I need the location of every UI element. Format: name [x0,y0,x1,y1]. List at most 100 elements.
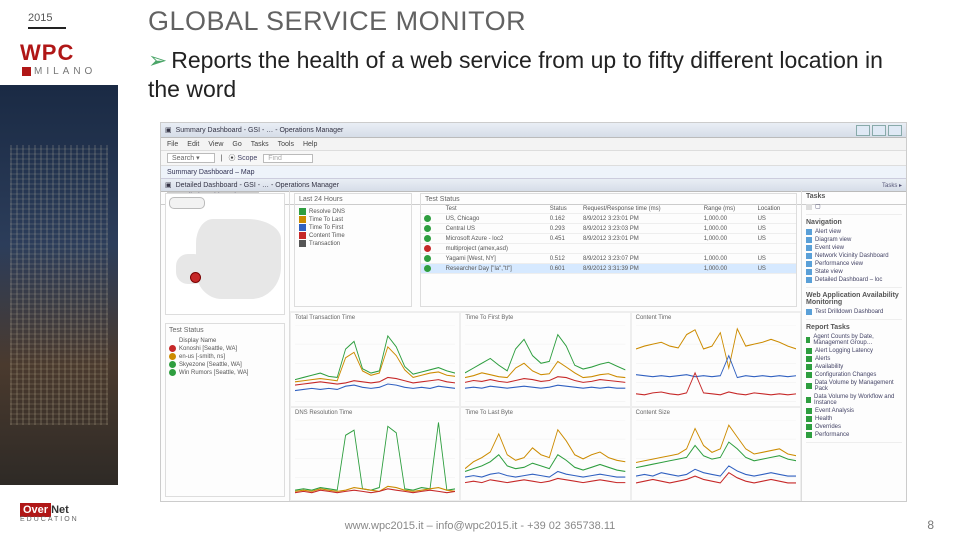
map-land [196,219,281,299]
pane-item[interactable]: Test Drilldown Dashboard [806,308,902,316]
pane-title: Web Application Availability Monitoring [806,292,902,306]
item-label: Alert view [815,229,841,235]
item-icon [806,424,812,430]
legend-swatch-icon [299,232,306,239]
item-label: State view [815,269,843,275]
list-item[interactable]: Win Rumors [Seattle, WA] [169,369,281,376]
item-label: Event view [815,245,844,251]
table-row[interactable]: US, Chicago0.1628/9/2012 3:23:01 PM1,000… [421,214,796,224]
search-dropdown[interactable]: Search ▾ [167,153,215,163]
pane-item[interactable]: Health [806,415,902,423]
pane-item[interactable]: Event view [806,244,902,252]
app-icon: ▣ [165,126,172,134]
item-label: ▢ [815,203,821,210]
col-header[interactable]: Status [547,205,580,214]
col-header[interactable] [421,205,443,214]
pane-item[interactable]: Configuration Changes [806,371,902,379]
minimize-button[interactable] [856,125,870,136]
last-24h-panel: Last 24 Hours Resolve DNSTime To LastTim… [294,193,412,307]
menu-edit[interactable]: Edit [187,141,199,148]
pane-item[interactable]: Diagram view [806,236,902,244]
legend-label: Time To Last [309,217,343,223]
city-square-icon [22,67,31,76]
col-header[interactable]: Test [443,205,547,214]
maximize-button[interactable] [872,125,886,136]
menu-help[interactable]: Help [303,141,317,148]
map-marker-icon[interactable] [190,272,201,283]
list-item[interactable]: Konoshi [Seattle, WA] [169,345,281,352]
col-header[interactable]: Location [755,205,796,214]
col-header[interactable]: Request/Response time (ms) [580,205,701,214]
pane-item[interactable]: Event Analysis [806,407,902,415]
list-item[interactable]: Display Name [169,337,281,344]
pane-item[interactable]: Data Volume by Workflow and Instance [806,393,902,407]
left-panel: Test Status Display NameKonoshi [Seattle… [161,189,290,501]
item-label: Diagram view [815,237,851,243]
pane-item[interactable]: Alert Logging Latency [806,347,902,355]
legend-item: Time To Last [299,216,407,223]
center-panel: Last 24 Hours Resolve DNSTime To LastTim… [290,189,801,501]
tasks-link[interactable]: Tasks ▸ [882,182,902,189]
list-item[interactable]: en-us [-smith, ns] [169,353,281,360]
pane-item[interactable]: Network Vicinity Dashboard [806,252,902,260]
pane-item[interactable]: Agent Counts by Date, Management Group… [806,333,902,347]
item-icon [806,337,810,343]
legend-label: Content Time [309,233,345,239]
pane-item[interactable]: Overrides [806,423,902,431]
ok-status-icon [424,255,431,262]
close-button[interactable] [888,125,902,136]
pane-item[interactable]: Alerts [806,355,902,363]
table-row[interactable]: Researcher Day ["la","tl"]0.6018/9/2012 … [421,264,796,274]
legend-item: Transaction [299,240,407,247]
table-row[interactable]: multiproject (amex,asd) [421,244,796,254]
scope-icon[interactable]: ⦿ Scope [228,153,257,163]
pane-item[interactable]: State view [806,268,902,276]
tasks-pane: Report TasksAgent Counts by Date, Manage… [806,324,902,443]
slide: 2015 WPC MILANO OverNet EDUCATION GLOBAL… [0,0,960,540]
chart-time-to-first-byte: Time To First Byte [460,312,630,407]
pane-item[interactable]: Performance view [806,260,902,268]
item-icon [806,277,812,283]
chart-title: Content Time [636,315,796,321]
item-icon [806,237,812,243]
item-icon [806,364,812,370]
zoom-slider[interactable] [169,197,205,209]
table-row[interactable]: Central US0.2938/9/2012 3:23:03 PM1,000.… [421,224,796,234]
item-label: Alerts [815,356,830,362]
menu-go[interactable]: Go [232,141,241,148]
tasks-pane: Web Application Availability Monitoring T… [806,292,902,320]
chart-title: Content Size [636,410,796,416]
menu-tools[interactable]: Tools [278,141,294,148]
item-label: Data Volume by Management Pack [815,380,902,392]
menu-file[interactable]: File [167,141,178,148]
item-icon [806,348,812,354]
item-icon [806,432,812,438]
city-label: MILANO [22,66,96,77]
col-header[interactable]: Range (ms) [701,205,755,214]
slide-bullet: ➢Reports the health of a web service fro… [148,46,920,104]
pane-item[interactable]: ▢ [806,202,902,211]
pane-item[interactable]: Alert view [806,228,902,236]
menu-view[interactable]: View [208,141,223,148]
legend-swatch-icon [299,224,306,231]
pane-item[interactable]: Data Volume by Management Pack [806,379,902,393]
menu-tasks[interactable]: Tasks [251,141,269,148]
item-label: Performance view [815,261,863,267]
table-row[interactable]: Microsoft Azure - loc20.4518/9/2012 3:23… [421,234,796,244]
map-panel[interactable] [165,193,285,315]
list-item[interactable]: Skyezone [Seattle, WA] [169,361,281,368]
pane-item[interactable]: Availability [806,363,902,371]
ok-status-icon [424,215,431,222]
table-row[interactable]: Yagami [West, NY]0.5128/9/2012 3:23:07 P… [421,254,796,264]
legend-swatch-icon [299,240,306,247]
year-line [28,27,66,29]
chart-title: Time To First Byte [465,315,625,321]
find-input[interactable]: Find [263,154,313,163]
pane-item[interactable]: Performance [806,431,902,439]
test-status-panel: Test Status Display NameKonoshi [Seattle… [165,323,285,497]
legend-item: Resolve DNS [299,208,407,215]
item-icon [806,356,812,362]
item-icon [806,309,812,315]
pane-item[interactable]: Detailed Dashboard – loc [806,276,902,284]
item-icon [806,261,812,267]
